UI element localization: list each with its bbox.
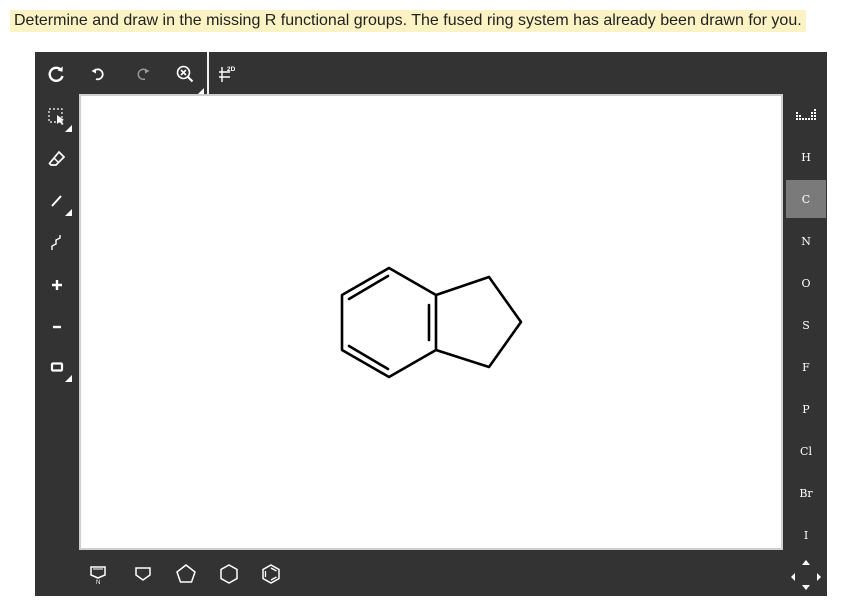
pentagon-icon — [176, 564, 196, 583]
clean-2d-label: 2D — [227, 66, 236, 73]
charge-minus-button[interactable] — [42, 312, 72, 342]
periodic-table-icon — [796, 109, 816, 120]
zoom-reset-button[interactable] — [172, 61, 204, 95]
rgroup-tool-button[interactable] — [42, 352, 72, 382]
plus-icon — [52, 280, 62, 290]
refresh-icon — [48, 66, 64, 82]
ketcher-editor: 2D H C N O S F P Cl Br I N — [35, 52, 827, 596]
chain-tool-button[interactable] — [42, 228, 72, 258]
clean-2d-button[interactable]: 2D — [216, 61, 242, 87]
charge-plus-button[interactable] — [42, 270, 72, 300]
eraser-icon — [48, 150, 66, 166]
clear-canvas-button[interactable] — [43, 61, 69, 87]
submenu-corner-icon — [65, 125, 72, 132]
zoom-x-icon — [176, 65, 194, 83]
single-bond-icon — [51, 195, 62, 207]
arrow-up-icon — [802, 560, 810, 565]
left-toolbar — [35, 94, 79, 596]
bond — [340, 266, 438, 379]
undo-icon — [91, 68, 104, 81]
redo-button[interactable] — [130, 61, 156, 87]
indane-molecule[interactable] — [81, 96, 781, 548]
shield-shape-icon — [135, 567, 151, 581]
pyrrole-icon: N — [90, 566, 106, 584]
template-cyclohexane-button[interactable] — [215, 560, 243, 588]
benzene-icon — [262, 564, 280, 584]
arrow-left-icon — [791, 573, 795, 581]
submenu-corner-icon — [65, 375, 72, 382]
element-br-button[interactable]: Br — [786, 474, 826, 512]
right-toolbar: H C N O S F P Cl Br I — [785, 94, 827, 596]
select-tool-button[interactable] — [42, 102, 72, 132]
lasso-select-icon — [48, 108, 64, 125]
element-cl-button[interactable]: Cl — [786, 432, 826, 470]
redo-icon — [137, 68, 150, 81]
drawing-canvas[interactable] — [79, 94, 783, 550]
bond-tool-button[interactable] — [42, 186, 72, 216]
bottom-toolbar: N — [79, 552, 785, 596]
element-s-button[interactable]: S — [786, 306, 826, 344]
rectangle-icon — [50, 362, 64, 372]
top-toolbar: 2D — [35, 52, 827, 95]
periodic-table-button[interactable] — [786, 96, 826, 134]
submenu-corner-icon — [65, 209, 72, 216]
element-o-button[interactable]: O — [786, 264, 826, 302]
svg-text:N: N — [96, 580, 100, 584]
template-cyclopentane-button[interactable] — [172, 560, 200, 588]
chain-icon — [51, 235, 61, 250]
arrow-down-icon — [802, 585, 810, 590]
element-h-button[interactable]: H — [786, 138, 826, 176]
hexagon-icon — [220, 564, 238, 584]
erase-tool-button[interactable] — [42, 144, 72, 174]
element-n-button[interactable]: N — [786, 222, 826, 260]
minus-icon — [53, 325, 61, 329]
scroll-up-button[interactable] — [797, 556, 815, 570]
toolbar-divider — [207, 52, 209, 94]
bond — [434, 275, 523, 369]
template-cyclobutane-button[interactable] — [129, 560, 157, 588]
template-benzene-button[interactable] — [257, 560, 285, 588]
element-c-button[interactable]: C — [786, 180, 826, 218]
element-i-button[interactable]: I — [786, 516, 826, 554]
arrow-right-icon — [817, 573, 821, 581]
undo-button[interactable] — [85, 61, 111, 87]
element-f-button[interactable]: F — [786, 348, 826, 386]
element-p-button[interactable]: P — [786, 390, 826, 428]
template-pyrrole-button[interactable]: N — [84, 560, 112, 588]
instruction-text: Determine and draw in the missing R func… — [10, 10, 806, 32]
clean-2d-icon: 2D — [219, 66, 236, 82]
scroll-down-button[interactable] — [797, 580, 815, 594]
